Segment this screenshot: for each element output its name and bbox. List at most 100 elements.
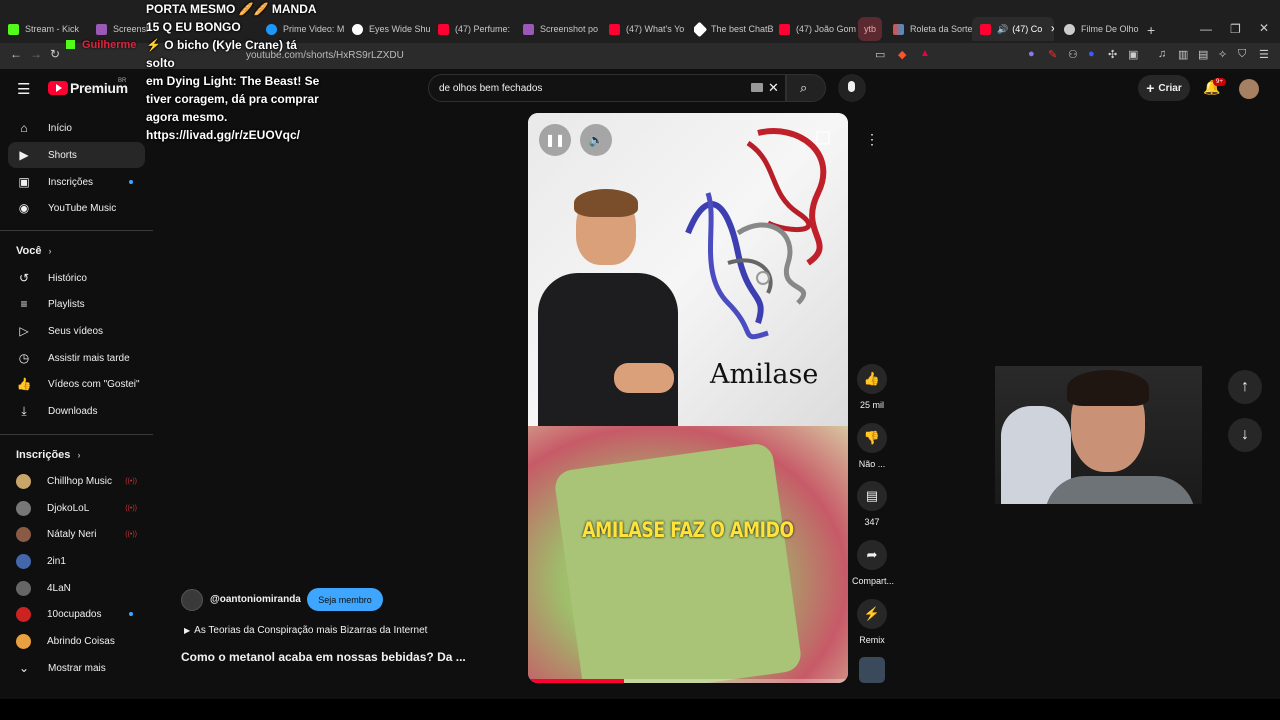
- sidebar-item-your-videos[interactable]: ▷ Seus vídeos: [8, 318, 145, 344]
- close-window-icon[interactable]: ✕: [1259, 21, 1269, 35]
- subscription-item[interactable]: Nátaly Neri ((•)): [8, 521, 145, 547]
- sidebar-item-playlists[interactable]: ≡ Playlists: [8, 291, 145, 317]
- share-button[interactable]: ➦ Compart...: [852, 540, 894, 586]
- webcam-hair: [1067, 370, 1149, 406]
- browser-tab[interactable]: Roleta da Sorte: [893, 17, 973, 41]
- channel-name[interactable]: @oantoniomiranda: [210, 594, 301, 605]
- live-indicator-icon: ((•)): [125, 504, 137, 512]
- vpn-icon[interactable]: ⛉: [1238, 48, 1246, 61]
- browser-tab[interactable]: Eyes Wide Shu: [352, 17, 432, 41]
- browser-tab-active[interactable]: 🔊(47) Co✕: [972, 17, 1054, 41]
- search-input[interactable]: de olhos bem fechados: [439, 83, 542, 94]
- youtube-icon: [980, 23, 991, 35]
- reload-icon[interactable]: ↻: [50, 47, 60, 61]
- channel-avatar: [16, 500, 31, 516]
- volume-icon: 🔈: [588, 133, 604, 147]
- dislike-button[interactable]: 👎 Não ...: [852, 423, 892, 469]
- media-icon[interactable]: ♫: [1158, 48, 1166, 60]
- history-icon: ↺: [18, 271, 30, 285]
- browser-tab[interactable]: Screenshot po: [523, 17, 603, 41]
- overlay-line: 15 Q EU BONGO: [146, 20, 241, 34]
- overlay-line: PORTA MESMO 🥖🥖 MANDA: [146, 2, 317, 16]
- your-videos-icon: ▷: [19, 324, 29, 338]
- rewards-icon[interactable]: ▲: [920, 48, 930, 59]
- youtube-logo-icon[interactable]: [48, 81, 68, 95]
- browser-tab[interactable]: Screenshot: [96, 17, 148, 41]
- previous-short-button[interactable]: ↑: [1228, 370, 1262, 404]
- browser-tab[interactable]: Filme De Olho: [1064, 17, 1144, 41]
- sidebar-icon[interactable]: ▥: [1178, 48, 1188, 61]
- subscription-item[interactable]: DjokoLoL ((•)): [8, 495, 145, 521]
- forward-icon[interactable]: →: [30, 47, 42, 61]
- extension-icon[interactable]: ⚇: [1068, 48, 1078, 61]
- sidebar-item-liked-videos[interactable]: 👍 Vídeos com "Gostei": [8, 371, 145, 397]
- leo-ai-icon[interactable]: ✧: [1218, 48, 1227, 61]
- video-title[interactable]: Como o metanol acaba em nossas bebidas? …: [181, 650, 466, 664]
- shorts-video-player[interactable]: Amilase AMILASE FAZ O AMIDO ❚❚ 🔈: [528, 113, 848, 683]
- subscription-item[interactable]: Abrindo Coisas: [8, 628, 145, 654]
- show-more-button[interactable]: ⌄ Mostrar mais: [8, 655, 145, 681]
- sidebar-subscriptions-header[interactable]: Inscrições ›: [16, 449, 80, 461]
- sidebar-you-header[interactable]: Você ›: [16, 245, 52, 257]
- back-icon[interactable]: ←: [10, 47, 22, 61]
- volume-button[interactable]: 🔈: [580, 124, 612, 156]
- browser-tab[interactable]: The best ChatB: [694, 17, 774, 41]
- search-button[interactable]: ⌕: [786, 74, 826, 102]
- remix-button[interactable]: ⚡ Remix: [852, 599, 892, 645]
- pause-button[interactable]: ❚❚: [539, 124, 571, 156]
- browser-tab[interactable]: (47) João Gom: [779, 17, 859, 41]
- extension-icon[interactable]: ●: [1088, 48, 1095, 60]
- subscription-item[interactable]: Chillhop Music ((•)): [8, 468, 145, 494]
- fullscreen-icon[interactable]: [816, 131, 830, 145]
- sidebar-item-shorts[interactable]: ▶ Shorts: [8, 142, 145, 168]
- create-button[interactable]: + Criar: [1138, 75, 1190, 101]
- playlist-link[interactable]: ▶ As Teorias da Conspiração mais Bizarras…: [184, 625, 427, 636]
- more-options-icon[interactable]: ⋮: [862, 129, 882, 149]
- keyboard-icon[interactable]: [751, 83, 763, 92]
- progress-track[interactable]: [528, 679, 848, 683]
- next-short-button[interactable]: ↓: [1228, 418, 1262, 452]
- tab-group-ytb[interactable]: ytb: [858, 17, 882, 41]
- hamburger-menu-icon[interactable]: ☰: [17, 80, 30, 98]
- channel-avatar: [16, 526, 31, 542]
- menu-icon[interactable]: ☰: [1259, 48, 1269, 61]
- sidebar-item-youtube-music[interactable]: ◉ YouTube Music: [8, 195, 145, 221]
- sidebar-item-home[interactable]: ⌂ Início: [8, 115, 145, 141]
- browser-tab[interactable]: Stream - Kick: [8, 17, 88, 41]
- clear-search-icon[interactable]: ✕: [768, 80, 779, 96]
- wallet-icon[interactable]: ▤: [1198, 48, 1208, 61]
- overlay-line: em Dying Light: The Beast! Se: [146, 74, 320, 88]
- subscription-item[interactable]: 4LaN: [8, 575, 145, 601]
- cast-icon[interactable]: ▭: [875, 48, 885, 61]
- browser-tab[interactable]: (47) What's Yo: [609, 17, 689, 41]
- sidebar-item-downloads[interactable]: ⤓ Downloads: [8, 398, 145, 424]
- comments-button[interactable]: ▤ 347: [852, 481, 892, 527]
- close-tab-icon[interactable]: ✕: [1050, 24, 1054, 35]
- brave-shield-icon[interactable]: ◆: [898, 48, 906, 61]
- sidebar-item-history[interactable]: ↺ Histórico: [8, 265, 145, 291]
- overlay-line: https://livad.gg/r/zEUOVqc/: [146, 128, 301, 142]
- extensions-puzzle-icon[interactable]: ✣: [1108, 48, 1117, 61]
- voice-search-button[interactable]: [838, 74, 866, 102]
- sidebar-item-subscriptions[interactable]: ▣ Inscrições: [8, 169, 145, 195]
- screenshot-icon: [96, 23, 107, 35]
- new-tab-icon[interactable]: +: [1147, 22, 1155, 38]
- account-avatar[interactable]: [1239, 79, 1259, 99]
- like-button[interactable]: 👍 25 mil: [852, 364, 892, 410]
- sidebar-item-watch-later[interactable]: ◷ Assistir mais tarde: [8, 345, 145, 371]
- sound-thumbnail[interactable]: [859, 657, 885, 683]
- globe-icon: [1064, 23, 1075, 35]
- channel-avatar[interactable]: [181, 589, 203, 611]
- browser-tab[interactable]: (47) Perfume:: [438, 17, 518, 41]
- extension-icon[interactable]: ✎: [1048, 48, 1057, 61]
- join-member-button[interactable]: Seja membro: [307, 588, 383, 611]
- minimize-icon[interactable]: —: [1200, 22, 1212, 36]
- screenshot-tool-icon[interactable]: ▣: [1128, 48, 1138, 61]
- chatbot-icon: [694, 21, 708, 37]
- play-icon: ▶: [184, 626, 191, 635]
- subscription-item[interactable]: 10ocupados: [8, 601, 145, 627]
- subscription-item[interactable]: 2in1: [8, 548, 145, 574]
- extension-icon[interactable]: ●: [1028, 48, 1035, 60]
- search-box[interactable]: de olhos bem fechados ✕: [428, 74, 786, 102]
- maximize-icon[interactable]: ❐: [1230, 22, 1241, 36]
